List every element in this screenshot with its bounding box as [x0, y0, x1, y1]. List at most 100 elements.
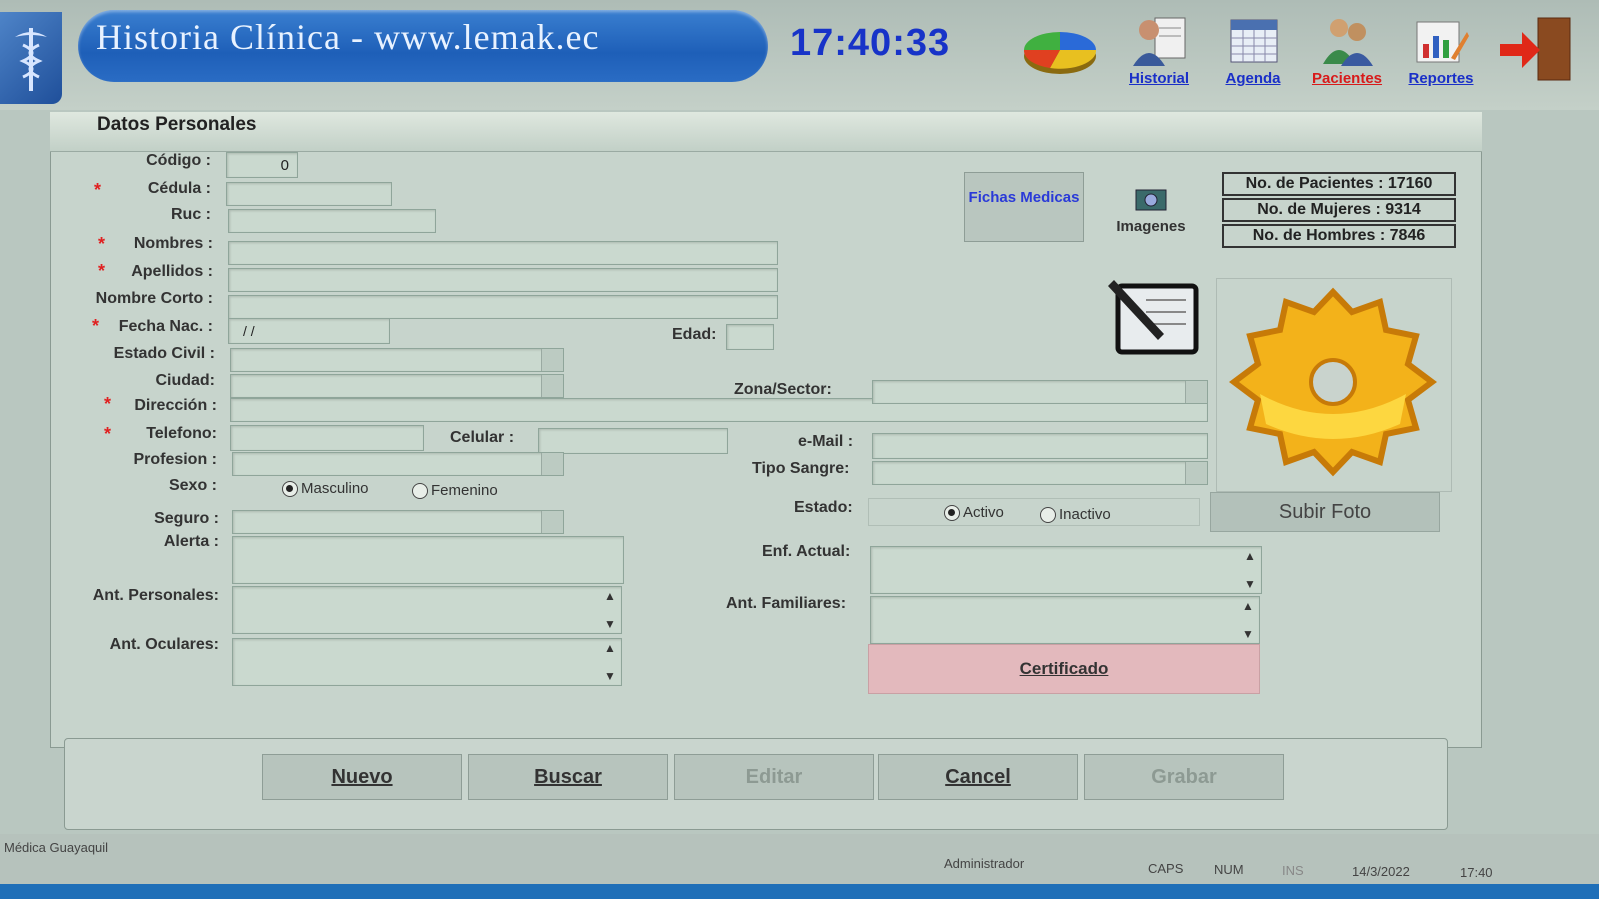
nombres-field[interactable] [228, 241, 778, 265]
ciudad-dropdown[interactable] [230, 374, 564, 398]
cancel-button[interactable]: Cancel [878, 754, 1078, 800]
required-mark: * [92, 316, 100, 336]
editar-button[interactable]: Editar [674, 754, 874, 800]
historial-button[interactable]: Historial [1114, 8, 1204, 94]
camera-icon [1135, 189, 1167, 211]
nuevo-button[interactable]: Nuevo [262, 754, 462, 800]
radio-selected-icon[interactable] [282, 480, 298, 497]
ant-personales-label: Ant. Personales: [92, 587, 219, 604]
scroll-down-icon[interactable]: ▼ [1242, 627, 1254, 641]
seguro-label: Seguro : [154, 510, 219, 527]
email-field[interactable] [872, 433, 1208, 459]
grabar-button[interactable]: Grabar [1084, 754, 1284, 800]
panel-title: Datos Personales [97, 114, 257, 135]
caduceus-logo-icon [0, 12, 62, 104]
dropdown-arrow-icon[interactable] [541, 511, 563, 533]
stat-mujeres: No. de Mujeres : 9314 [1222, 198, 1456, 222]
apellidos-label: Apellidos : [131, 263, 213, 280]
estado-label: Estado: [794, 499, 853, 516]
scroll-up-icon[interactable]: ▲ [604, 589, 616, 603]
cedula-field[interactable] [226, 182, 392, 206]
scroll-up-icon[interactable]: ▲ [604, 641, 616, 655]
alerta-label: Alerta : [163, 533, 219, 550]
enf-actual-field[interactable]: ▲ ▼ [870, 546, 1262, 594]
dropdown-arrow-icon[interactable] [1185, 462, 1207, 484]
dropdown-arrow-icon[interactable] [541, 349, 563, 371]
ant-personales-field[interactable]: ▲ ▼ [232, 586, 622, 634]
exit-door-icon [1500, 17, 1571, 81]
imagenes-label: Imagenes [1116, 218, 1186, 235]
scrollbar[interactable]: ▲ ▼ [601, 641, 619, 683]
estado-civil-dropdown[interactable] [230, 348, 564, 372]
clipboard-icon[interactable] [1106, 278, 1202, 358]
sexo-masculino-radio[interactable]: Masculino [282, 480, 369, 498]
stat-pacientes: No. de Pacientes : 17160 [1222, 172, 1456, 196]
scrollbar[interactable]: ▲ ▼ [1239, 599, 1257, 641]
activo-label: Activo [963, 504, 1004, 522]
certificado-button[interactable]: Certificado [868, 644, 1260, 694]
edad-field[interactable] [726, 324, 774, 350]
apellidos-field[interactable] [228, 268, 778, 292]
zona-dropdown[interactable] [872, 380, 1208, 404]
status-caps: CAPS [1148, 861, 1184, 876]
status-num: NUM [1214, 862, 1244, 877]
nombre-corto-field[interactable] [228, 295, 778, 319]
doctor-icon [1129, 12, 1189, 68]
radio-unselected-icon[interactable] [412, 482, 428, 499]
pie-chart-icon [1020, 22, 1100, 78]
panel-header [50, 112, 1482, 152]
sexo-label: Sexo : [168, 477, 217, 494]
estado-inactivo-radio[interactable]: Inactivo [1040, 506, 1111, 524]
profesion-dropdown[interactable] [232, 452, 564, 476]
cedula-label: Cédula : [147, 180, 211, 197]
ant-familiares-field[interactable]: ▲ ▼ [870, 596, 1260, 644]
alerta-field[interactable] [232, 536, 624, 584]
ant-oculares-field[interactable]: ▲ ▼ [232, 638, 622, 686]
calendar-icon [1223, 12, 1283, 68]
gear-icon [1220, 284, 1446, 480]
ciudad-label: Ciudad: [155, 372, 215, 389]
seguro-dropdown[interactable] [232, 510, 564, 534]
pacientes-button[interactable]: Pacientes [1302, 8, 1392, 94]
historial-label: Historial [1128, 70, 1189, 87]
estado-activo-radio[interactable]: Activo [944, 504, 1004, 522]
ruc-field[interactable] [228, 209, 436, 233]
tipo-sangre-dropdown[interactable] [872, 461, 1208, 485]
app-title: Historia Clínica - www.lemak.ec [96, 17, 600, 57]
edad-label: Edad: [672, 326, 717, 343]
celular-label: Celular : [450, 429, 515, 446]
scroll-down-icon[interactable]: ▼ [604, 617, 616, 631]
ant-oculares-label: Ant. Oculares: [109, 636, 219, 653]
celular-field[interactable] [538, 428, 728, 454]
scroll-up-icon[interactable]: ▲ [1242, 599, 1254, 613]
profesion-label: Profesion : [133, 451, 217, 468]
subir-foto-button[interactable]: Subir Foto [1210, 492, 1440, 532]
scroll-up-icon[interactable]: ▲ [1244, 549, 1256, 563]
dropdown-arrow-icon[interactable] [541, 375, 563, 397]
enf-actual-label: Enf. Actual: [762, 543, 851, 560]
scroll-down-icon[interactable]: ▼ [1244, 577, 1256, 591]
imagenes-button[interactable]: Imagenes [1096, 176, 1206, 246]
sexo-femenino-radio[interactable]: Femenino [412, 482, 498, 500]
exit-button[interactable] [1492, 8, 1582, 94]
dropdown-arrow-icon[interactable] [1185, 381, 1207, 403]
scroll-down-icon[interactable]: ▼ [604, 669, 616, 683]
estado-civil-label: Estado Civil : [113, 345, 215, 362]
radio-unselected-icon[interactable] [1040, 506, 1056, 523]
estado-group [868, 498, 1200, 526]
status-time: 17:40 [1460, 865, 1493, 880]
patients-icon [1317, 12, 1377, 68]
fecha-nac-field[interactable]: / / [228, 318, 390, 344]
reportes-button[interactable]: Reportes [1396, 8, 1486, 94]
direccion-label: Dirección : [134, 397, 217, 414]
scrollbar[interactable]: ▲ ▼ [601, 589, 619, 631]
scrollbar[interactable]: ▲ ▼ [1241, 549, 1259, 591]
codigo-field[interactable]: 0 [226, 152, 298, 178]
dropdown-arrow-icon[interactable] [541, 453, 563, 475]
telefono-field[interactable] [230, 425, 424, 451]
zona-label: Zona/Sector: [734, 381, 832, 398]
buscar-button[interactable]: Buscar [468, 754, 668, 800]
fichas-medicas-button[interactable]: Fichas Medicas [964, 172, 1084, 242]
radio-selected-icon[interactable] [944, 504, 960, 521]
agenda-button[interactable]: Agenda [1208, 8, 1298, 94]
